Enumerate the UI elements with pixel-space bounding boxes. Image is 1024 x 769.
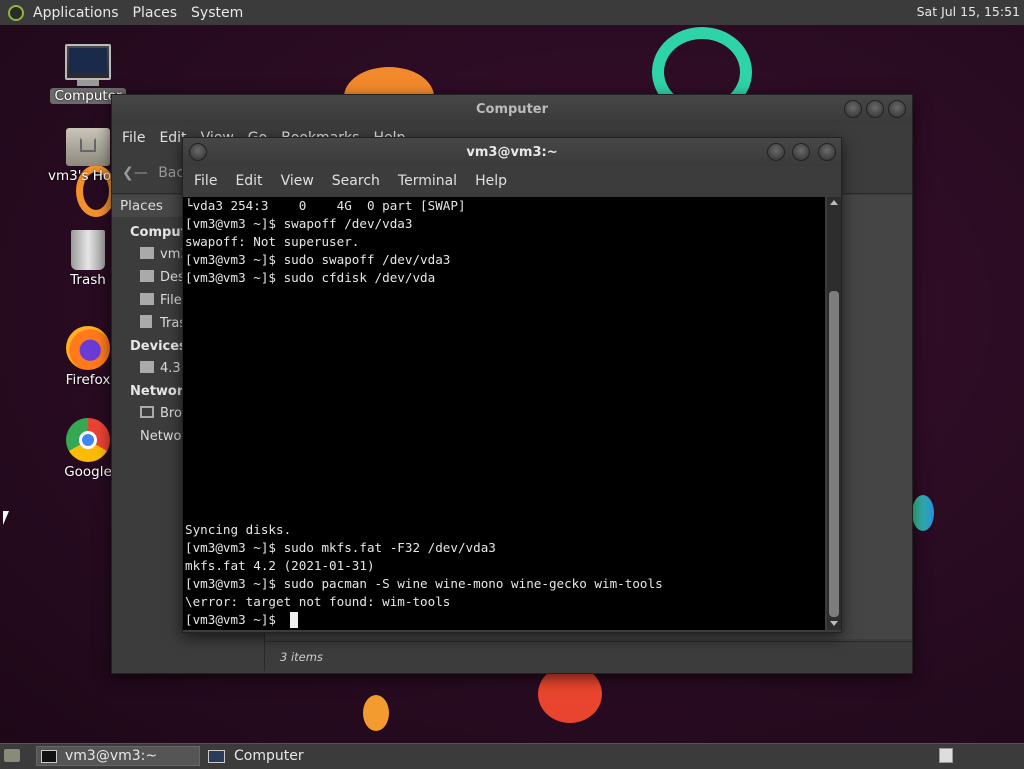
terminal-line: [vm3@vm3 ~]$ sudo pacman -S wine wine-mo…: [185, 576, 663, 591]
network-icon: [140, 406, 154, 418]
menu-search[interactable]: Search: [332, 173, 380, 189]
places-menu[interactable]: Places: [133, 5, 178, 21]
mouse-pointer-icon: [3, 511, 9, 525]
taskbar-label: Computer: [234, 748, 304, 764]
scrollbar-thumb[interactable]: [829, 291, 839, 617]
home-icon: [140, 247, 154, 259]
applications-menu[interactable]: Applications: [33, 5, 119, 21]
terminal-line: [vm3@vm3 ~]$ swapoff /dev/vda3: [185, 216, 413, 231]
window-title: vm3@vm3:~: [466, 144, 558, 160]
minimize-button[interactable]: [844, 100, 862, 118]
close-button[interactable]: [888, 100, 906, 118]
home-folder-icon: [66, 128, 110, 166]
arrow-left-icon: ❮—: [122, 165, 148, 181]
terminal-prompt-line: [vm3@vm3 ~]$: [185, 612, 284, 627]
terminal-icon: [41, 749, 57, 763]
wallpaper-orange-drop: [363, 695, 389, 731]
system-menu[interactable]: System: [191, 5, 243, 21]
computer-icon: [65, 44, 111, 80]
desktop-icon: [140, 270, 154, 282]
scroll-down-arrow-icon[interactable]: [830, 621, 838, 626]
terminal-titlebar[interactable]: vm3@vm3:~: [183, 138, 841, 166]
workspace-switcher[interactable]: [939, 748, 953, 763]
menu-file[interactable]: File: [194, 173, 217, 189]
scroll-up-arrow-icon[interactable]: [830, 200, 838, 205]
drive-icon: [140, 361, 154, 373]
terminal-line: └vda3 254:3 0 4G 0 part [SWAP]: [185, 198, 466, 213]
minimize-button[interactable]: [767, 143, 785, 161]
window-title: Computer: [475, 101, 549, 117]
terminal-line: [vm3@vm3 ~]$ sudo cfdisk /dev/vda: [185, 270, 436, 285]
terminal-line: Syncing disks.: [185, 522, 292, 537]
top-panel: Applications Places System Sat Jul 15, 1…: [0, 0, 1024, 26]
menu-view[interactable]: View: [281, 173, 314, 189]
close-button[interactable]: [818, 143, 836, 161]
menu-file[interactable]: File: [122, 130, 145, 146]
terminal-line: \error: target not found: wim-tools: [185, 594, 451, 609]
clock[interactable]: Sat Jul 15, 15:51: [917, 4, 1020, 19]
taskbar-item-computer[interactable]: Computer: [206, 746, 366, 766]
terminal-line: mkfs.fat 4.2 (2021-01-31): [185, 558, 375, 573]
terminal-cursor: [290, 612, 298, 628]
status-text: 3 items: [280, 650, 323, 664]
bottom-panel: vm3@vm3:~ Computer: [0, 743, 1024, 769]
show-desktop-button[interactable]: [4, 749, 20, 762]
trash-icon: [140, 315, 152, 328]
monitor-icon: [208, 749, 225, 763]
trash-icon: [71, 230, 105, 270]
chrome-icon: [66, 418, 110, 462]
terminal-line: swapoff: Not superuser.: [185, 234, 360, 249]
menu-edit[interactable]: Edit: [235, 173, 262, 189]
menu-terminal[interactable]: Terminal: [398, 173, 457, 189]
terminal-scrollbar[interactable]: [827, 197, 841, 630]
wallpaper-blue-drop: [912, 495, 934, 531]
drive-icon: [140, 293, 154, 305]
status-bar: 3 items: [265, 641, 912, 672]
terminal-output[interactable]: └vda3 254:3 0 4G 0 part [SWAP] [vm3@vm3 …: [183, 197, 825, 630]
menu-help[interactable]: Help: [475, 173, 507, 189]
distro-logo-icon[interactable]: [8, 4, 24, 21]
terminal-line: [vm3@vm3 ~]$ sudo swapoff /dev/vda3: [185, 252, 451, 267]
maximize-button[interactable]: [866, 100, 884, 118]
terminal-line: [vm3@vm3 ~]$ sudo mkfs.fat -F32 /dev/vda…: [185, 540, 496, 555]
terminal-menubar: File Edit View Search Terminal Help: [183, 168, 841, 194]
terminal-window[interactable]: vm3@vm3:~ File Edit View Search Terminal…: [182, 137, 842, 633]
file-manager-titlebar[interactable]: Computer: [112, 95, 912, 123]
maximize-button[interactable]: [792, 143, 810, 161]
firefox-icon: [66, 326, 110, 370]
taskbar-item-terminal[interactable]: vm3@vm3:~: [36, 746, 200, 766]
taskbar-label: vm3@vm3:~: [65, 748, 158, 764]
window-menu-button[interactable]: [189, 143, 207, 161]
